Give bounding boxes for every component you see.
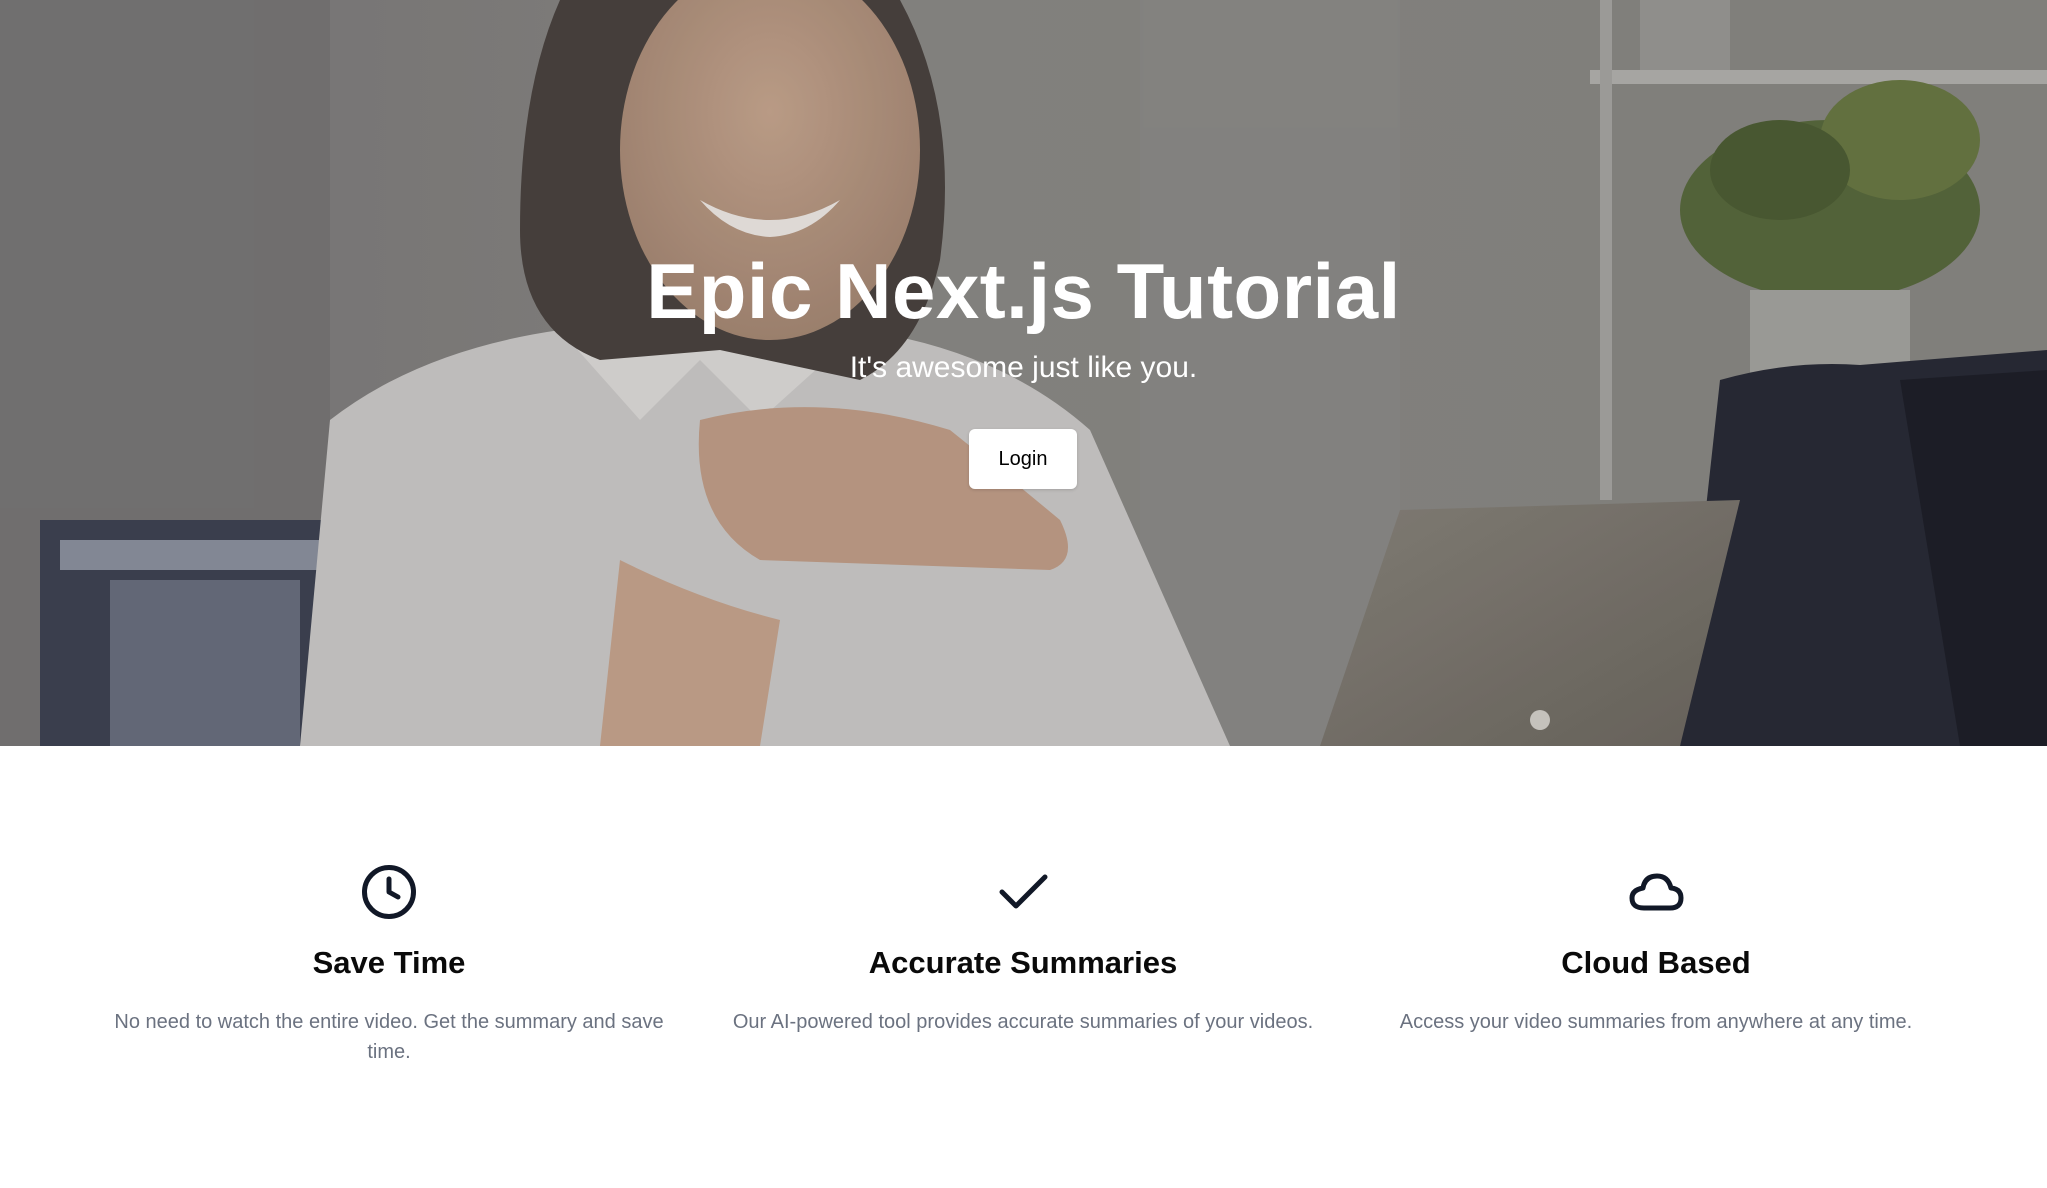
feature-description: Access your video summaries from anywher…	[1399, 1011, 1913, 1033]
hero-content: Epic Next.js Tutorial It's awesome just …	[0, 0, 2047, 746]
hero-title: Epic Next.js Tutorial	[646, 247, 1401, 335]
check-icon	[995, 864, 1051, 920]
feature-description: No need to watch the entire video. Get t…	[114, 1011, 664, 1063]
hero-subtitle: It's awesome just like you.	[849, 351, 1198, 384]
features-section: Save Time No need to watch the entire vi…	[0, 746, 2047, 1188]
cloud-icon	[1628, 864, 1684, 920]
clock-icon	[361, 864, 417, 920]
feature-description: Our AI-powered tool provides accurate su…	[732, 1011, 1314, 1033]
feature-title: Cloud Based	[1561, 945, 1751, 980]
login-button[interactable]: Login	[969, 429, 1077, 489]
feature-title: Accurate Summaries	[868, 945, 1178, 980]
feature-title: Save Time	[312, 945, 466, 980]
hero-section: Epic Next.js Tutorial It's awesome just …	[0, 0, 2047, 746]
